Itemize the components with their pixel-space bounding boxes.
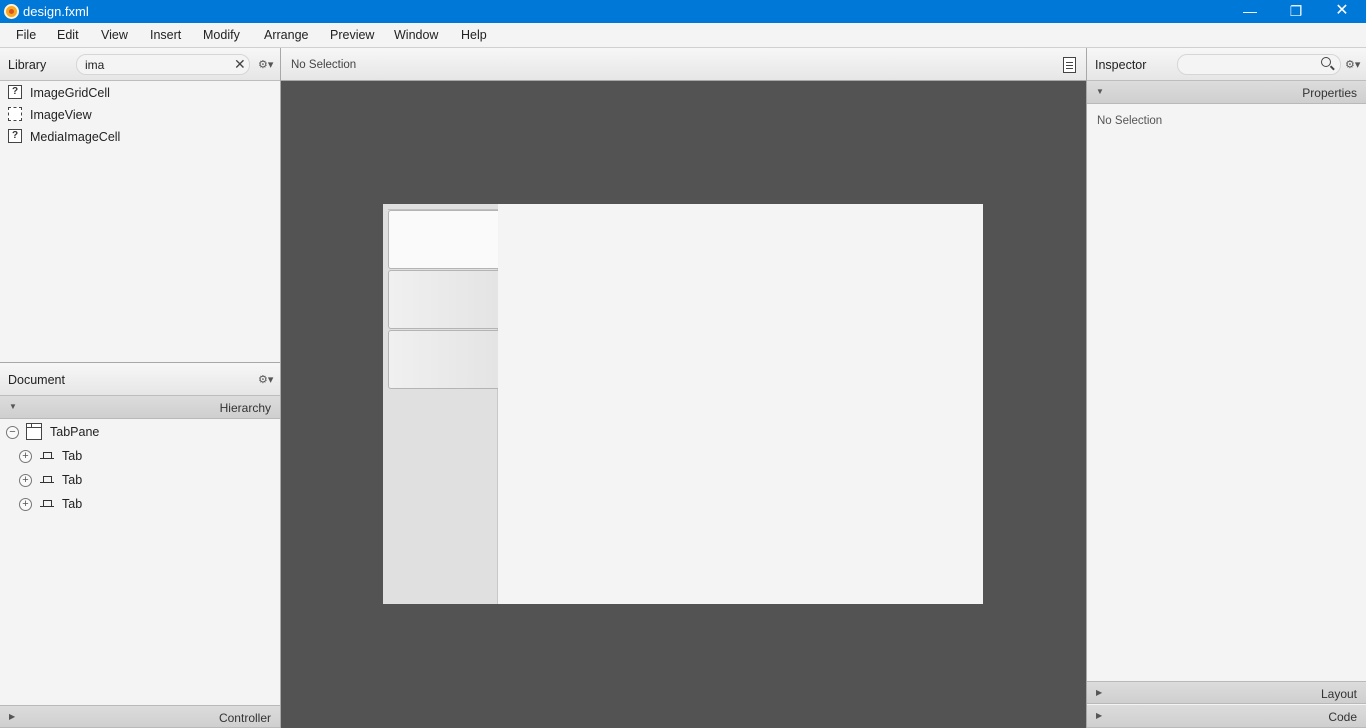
library-header: Library ✕ ⚙▾ bbox=[0, 48, 280, 81]
menu-view[interactable]: View bbox=[101, 28, 128, 42]
content-header: No Selection bbox=[281, 48, 1086, 81]
layout-section-bar[interactable]: ▶ Layout bbox=[1087, 681, 1366, 704]
clear-search-icon[interactable]: ✕ bbox=[234, 56, 246, 73]
inspector-search-input[interactable] bbox=[1177, 54, 1341, 75]
menu-file[interactable]: File bbox=[16, 28, 36, 42]
menu-bar: File Edit View Insert Modify Arrange Pre… bbox=[0, 23, 1366, 48]
tree-item-tabpane[interactable]: − TabPane bbox=[0, 422, 280, 444]
canvas-tab-3[interactable] bbox=[388, 330, 498, 389]
library-item-mediaimagecell[interactable]: ? MediaImageCell bbox=[8, 127, 268, 147]
library-title: Library bbox=[8, 58, 47, 72]
library-item-label: MediaImageCell bbox=[30, 130, 121, 144]
inspector-panel: Inspector ⚙▾ ▼ Properties No Selection ▶… bbox=[1086, 48, 1366, 728]
menu-preview[interactable]: Preview bbox=[330, 28, 374, 42]
library-gear-icon[interactable]: ⚙▾ bbox=[258, 59, 274, 71]
document-gear-icon[interactable]: ⚙▾ bbox=[258, 374, 274, 386]
tree-item-label: Tab bbox=[62, 449, 83, 463]
collapse-toggle-icon[interactable]: − bbox=[6, 426, 19, 439]
expand-toggle-icon[interactable]: + bbox=[19, 498, 32, 511]
expand-arrow-icon: ▼ bbox=[9, 402, 17, 411]
menu-arrange[interactable]: Arrange bbox=[264, 28, 308, 42]
tab-icon bbox=[40, 500, 54, 507]
document-header: Document ⚙▾ bbox=[0, 363, 280, 396]
design-canvas-tabpane[interactable] bbox=[383, 204, 983, 604]
library-item-imageview[interactable]: ImageView bbox=[8, 105, 268, 125]
canvas-tab-2[interactable] bbox=[388, 270, 498, 329]
inspector-title: Inspector bbox=[1095, 58, 1147, 72]
tree-item-tab[interactable]: + Tab bbox=[0, 494, 280, 516]
controller-label: Controller bbox=[218, 711, 271, 725]
title-bar: design.fxml — ❐ ✕ bbox=[0, 0, 1366, 23]
content-panel: No Selection bbox=[281, 48, 1086, 728]
tree-item-tab[interactable]: + Tab bbox=[0, 446, 280, 468]
unknown-component-icon: ? bbox=[8, 129, 22, 143]
window-title: design.fxml bbox=[23, 4, 89, 19]
menu-edit[interactable]: Edit bbox=[57, 28, 79, 42]
expand-toggle-icon[interactable]: + bbox=[19, 450, 32, 463]
library-item-label: ImageGridCell bbox=[30, 86, 110, 100]
expand-arrow-icon: ▼ bbox=[1096, 87, 1104, 96]
menu-window[interactable]: Window bbox=[394, 28, 438, 42]
menu-modify[interactable]: Modify bbox=[203, 28, 240, 42]
tab-header-area bbox=[383, 204, 498, 604]
menu-help[interactable]: Help bbox=[461, 28, 487, 42]
scene-builder-app-icon bbox=[4, 4, 19, 19]
properties-label: Properties bbox=[1302, 86, 1357, 100]
layout-label: Layout bbox=[1320, 687, 1357, 701]
tab-icon bbox=[40, 452, 54, 459]
imageview-icon bbox=[8, 107, 22, 121]
document-title: Document bbox=[8, 373, 65, 387]
tree-item-tab[interactable]: + Tab bbox=[0, 470, 280, 492]
close-button[interactable]: ✕ bbox=[1319, 0, 1365, 23]
minimize-button[interactable]: — bbox=[1227, 0, 1273, 23]
library-search-input[interactable] bbox=[85, 57, 225, 72]
unknown-component-icon: ? bbox=[8, 85, 22, 99]
left-panel: Library ✕ ⚙▾ ? ImageGridCell ImageView ?… bbox=[0, 48, 281, 728]
tabpane-icon bbox=[26, 423, 42, 440]
code-section-bar[interactable]: ▶ Code bbox=[1087, 705, 1366, 728]
document-icon[interactable] bbox=[1063, 57, 1076, 73]
inspector-no-selection: No Selection bbox=[1097, 115, 1163, 127]
collapsed-arrow-icon: ▶ bbox=[9, 712, 16, 721]
inspector-header: Inspector ⚙▾ bbox=[1087, 48, 1366, 81]
canvas-tab-1[interactable] bbox=[388, 210, 498, 269]
collapsed-arrow-icon: ▶ bbox=[1096, 688, 1103, 697]
selection-breadcrumb: No Selection bbox=[291, 59, 357, 71]
tree-item-label: TabPane bbox=[50, 425, 100, 439]
library-search[interactable]: ✕ bbox=[76, 54, 250, 75]
library-item-label: ImageView bbox=[30, 108, 92, 122]
expand-toggle-icon[interactable]: + bbox=[19, 474, 32, 487]
menu-insert[interactable]: Insert bbox=[150, 28, 181, 42]
inspector-gear-icon[interactable]: ⚙▾ bbox=[1345, 59, 1361, 71]
library-item-imagegridcell[interactable]: ? ImageGridCell bbox=[8, 83, 268, 103]
properties-section-bar[interactable]: ▼ Properties bbox=[1087, 81, 1366, 104]
tree-item-label: Tab bbox=[62, 473, 83, 487]
restore-button[interactable]: ❐ bbox=[1273, 0, 1319, 23]
tree-item-label: Tab bbox=[62, 497, 83, 511]
hierarchy-section-bar[interactable]: ▼ Hierarchy bbox=[0, 396, 280, 419]
controller-section-bar[interactable]: ▶ Controller bbox=[0, 705, 280, 728]
search-icon bbox=[1321, 57, 1331, 67]
code-label: Code bbox=[1328, 710, 1357, 724]
tab-icon bbox=[40, 476, 54, 483]
hierarchy-label: Hierarchy bbox=[219, 401, 271, 415]
collapsed-arrow-icon: ▶ bbox=[1096, 711, 1103, 720]
